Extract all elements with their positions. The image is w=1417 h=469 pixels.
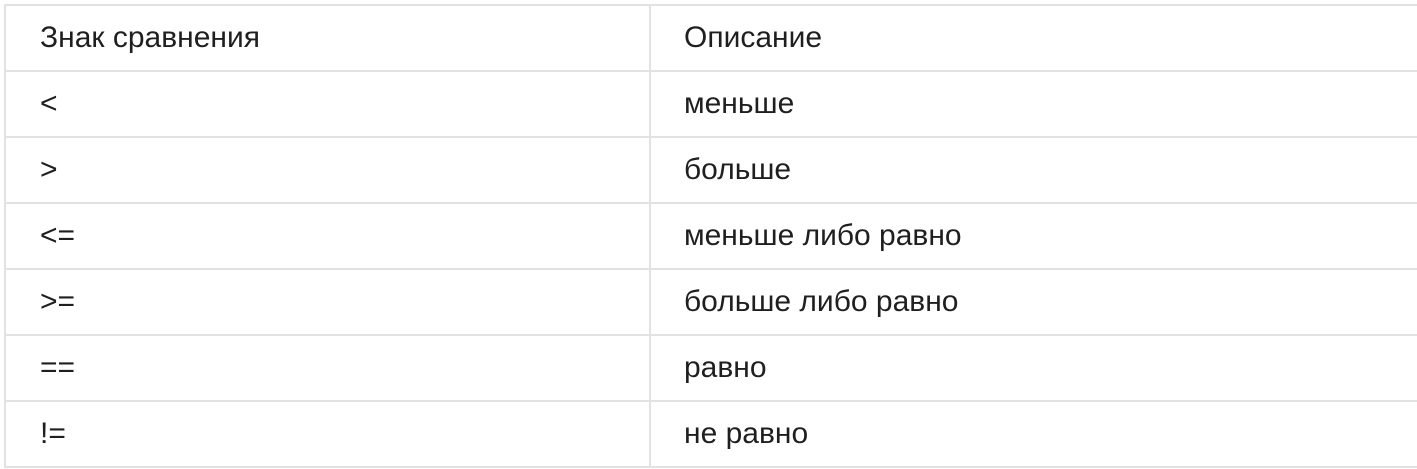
operator-cell: <	[4, 70, 651, 138]
table-row: <= меньше либо равно	[4, 202, 1417, 270]
operator-cell: ==	[4, 334, 651, 402]
comparison-table-container: Знак сравнения Описание < меньше > больш…	[4, 4, 1417, 468]
table-row: == равно	[4, 334, 1417, 402]
description-cell: больше	[649, 136, 1417, 204]
table-row: != не равно	[4, 400, 1417, 468]
operator-cell: <=	[4, 202, 651, 270]
operator-cell: !=	[4, 400, 651, 468]
header-operator: Знак сравнения	[4, 4, 651, 72]
description-cell: меньше либо равно	[649, 202, 1417, 270]
table-header-row: Знак сравнения Описание	[4, 4, 1417, 72]
description-cell: меньше	[649, 70, 1417, 138]
table-row: > больше	[4, 136, 1417, 204]
operator-cell: >=	[4, 268, 651, 336]
comparison-operators-table: Знак сравнения Описание < меньше > больш…	[4, 4, 1417, 468]
operator-cell: >	[4, 136, 651, 204]
header-description: Описание	[649, 4, 1417, 72]
description-cell: больше либо равно	[649, 268, 1417, 336]
description-cell: не равно	[649, 400, 1417, 468]
description-cell: равно	[649, 334, 1417, 402]
table-row: < меньше	[4, 70, 1417, 138]
table-row: >= больше либо равно	[4, 268, 1417, 336]
